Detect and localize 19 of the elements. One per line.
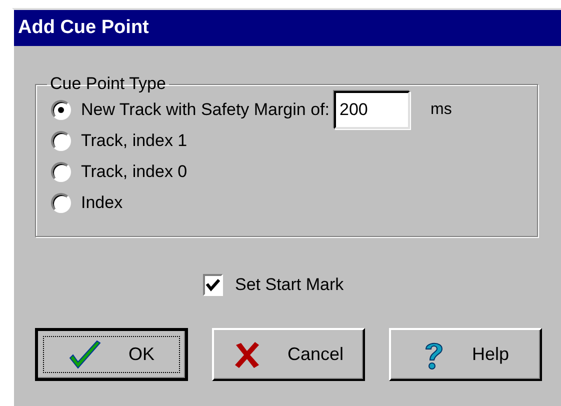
checkbox[interactable]	[203, 274, 223, 296]
unit-label: ms	[430, 100, 452, 118]
radio-label: Track, index 0	[81, 162, 188, 182]
radio-button[interactable]	[51, 192, 71, 212]
radio-label: Index	[81, 192, 123, 212]
radio-button[interactable]	[51, 130, 71, 150]
radio-label: New Track with Safety Margin of:	[81, 100, 330, 120]
checkbox-label: Set Start Mark	[235, 275, 344, 295]
window-title: Add Cue Point	[14, 10, 561, 46]
radio-button[interactable]	[51, 162, 71, 182]
help-button[interactable]: Help	[389, 328, 542, 381]
ok-button[interactable]: OK	[35, 328, 188, 381]
radio-label: Track, index 1	[81, 130, 188, 150]
close-icon	[233, 340, 262, 368]
radio-button[interactable]	[51, 100, 71, 120]
checkmark-icon	[68, 340, 102, 370]
group-title: Cue Point Type	[49, 74, 167, 94]
cancel-button[interactable]: Cancel	[212, 328, 365, 381]
margin-input-field[interactable]: 200	[334, 90, 410, 128]
